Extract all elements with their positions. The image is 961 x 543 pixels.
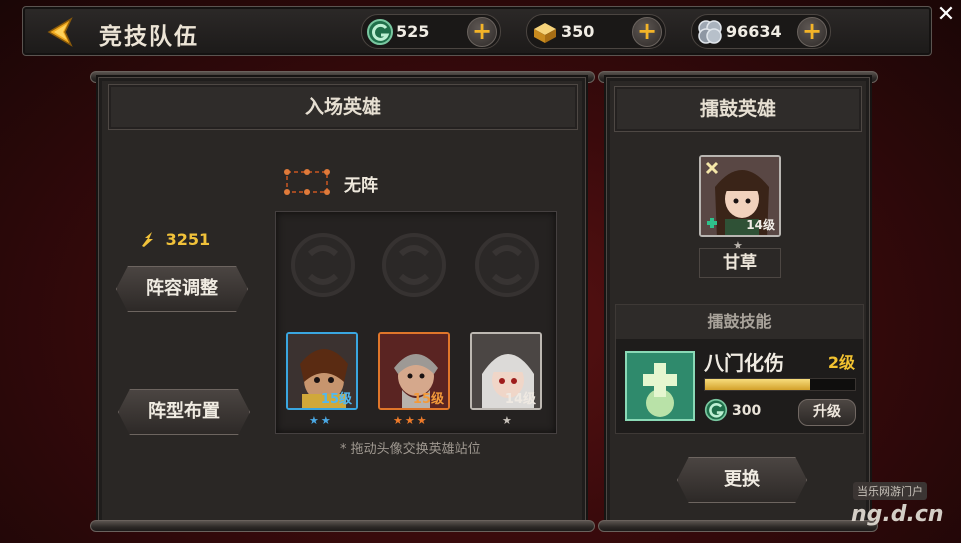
drum-hero-card[interactable]: 14级: [699, 155, 781, 237]
upgrade-skill-button[interactable]: 升级: [798, 399, 856, 426]
watermark-name: 当乐网游门户: [853, 482, 927, 500]
hero-level: 15级: [412, 392, 444, 407]
hero-level: 14级: [504, 392, 536, 407]
gold-ingot-icon: [531, 18, 559, 46]
skill-name: 八门化伤: [704, 351, 784, 375]
hero-card-2[interactable]: 15级: [378, 332, 450, 410]
swirl-coin-icon: [366, 18, 394, 46]
skill-section-title: 擂鼓技能: [616, 305, 863, 339]
hero-stars: ★★★: [393, 414, 429, 427]
empty-slot-icon[interactable]: [379, 230, 449, 300]
back-arrow-icon[interactable]: [43, 15, 77, 49]
swirl-coin-icon: [704, 398, 728, 422]
healing-skill-icon[interactable]: [625, 351, 695, 421]
silver-coin-icon: [696, 18, 724, 46]
resource-swirl-coin: 525 +: [361, 14, 501, 49]
hero-card-3[interactable]: 14级: [470, 332, 542, 410]
panel-scroll-rod-bottom: [90, 520, 595, 532]
formation-setup-button[interactable]: 阵型布置: [118, 389, 250, 435]
panel-scroll-rod-bottom: [598, 520, 878, 532]
hero-stars: ★: [502, 414, 514, 427]
combat-power-value: 3251: [165, 230, 211, 249]
combat-power: 3251: [138, 230, 210, 249]
resource-silver-coin: 96634 +: [691, 14, 831, 49]
drum-hero-level: 14级: [746, 218, 775, 232]
page-title: 竞技队伍: [99, 24, 199, 50]
silver-coin-value: 96634: [726, 22, 782, 41]
replace-hero-button[interactable]: 更换: [677, 457, 807, 503]
top-bar: 竞技队伍 525 + 350 + 96634 +: [22, 6, 932, 56]
drag-hint: * 拖动头像交换英雄站位: [340, 442, 481, 457]
adjust-lineup-button[interactable]: 阵容调整: [116, 266, 248, 312]
add-swirl-coin-button[interactable]: +: [467, 17, 497, 47]
hero-grid: 15级 ★★ 15级 ★★★ 14级 ★: [275, 211, 557, 434]
formation-icon: [283, 168, 331, 196]
upgrade-cost: 300: [732, 403, 762, 419]
hero-card-1[interactable]: 15级: [286, 332, 358, 410]
drum-hero-name: 甘草: [699, 248, 781, 278]
power-bolt-icon: [138, 230, 160, 248]
skill-level: 2级: [827, 353, 855, 372]
drum-skill-box: 擂鼓技能 八门化伤 2级 300 升级: [615, 304, 864, 434]
skill-progress-bar: [704, 378, 856, 391]
formation-name: 无阵: [344, 176, 378, 196]
swirl-coin-value: 525: [396, 22, 430, 41]
lineup-panel-title: 入场英雄: [108, 84, 578, 130]
empty-slot-icon[interactable]: [472, 230, 542, 300]
close-icon[interactable]: ✕: [935, 4, 957, 26]
add-silver-coin-button[interactable]: +: [797, 17, 827, 47]
resource-gold-ingot: 350 +: [526, 14, 666, 49]
hero-stars: ★★: [309, 414, 333, 427]
empty-slot-icon[interactable]: [288, 230, 358, 300]
watermark-url: ng.d.cn: [851, 502, 944, 527]
gold-ingot-value: 350: [561, 22, 595, 41]
skill-progress-fill: [705, 379, 810, 390]
drum-panel-title: 擂鼓英雄: [614, 86, 862, 132]
hero-level: 15级: [320, 392, 352, 407]
add-gold-ingot-button[interactable]: +: [632, 17, 662, 47]
